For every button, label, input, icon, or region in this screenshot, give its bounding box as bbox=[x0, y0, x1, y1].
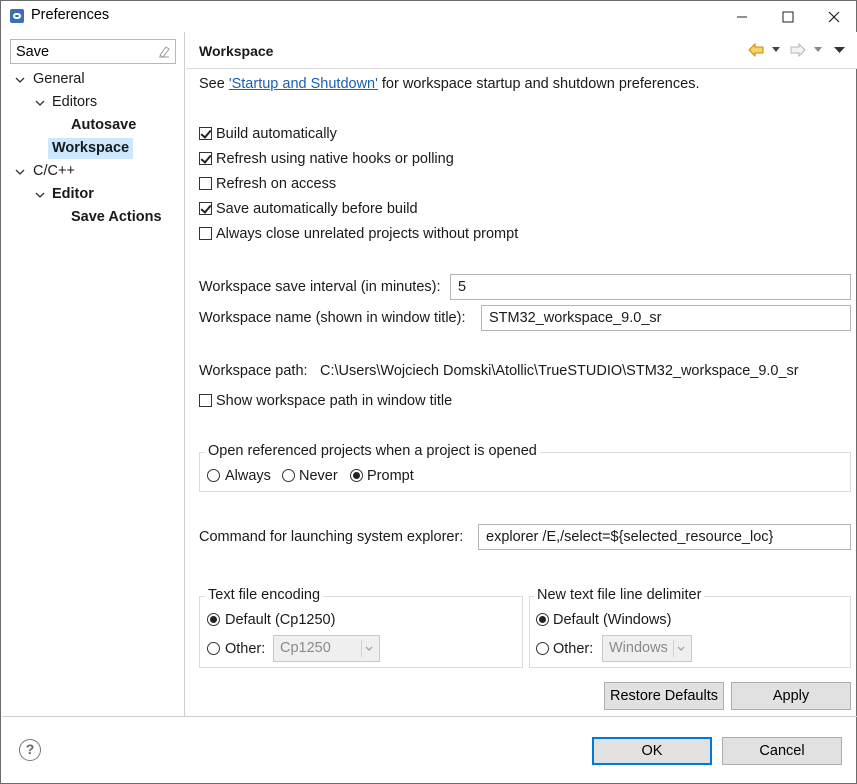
tree-item-general[interactable]: General bbox=[2, 69, 184, 90]
maximize-button[interactable] bbox=[765, 1, 811, 32]
workspace-path-value: C:\Users\Wojciech Domski\Atollic\TrueSTU… bbox=[320, 363, 799, 379]
tree-item-save-actions[interactable]: Save Actions bbox=[2, 207, 184, 228]
chevron-down-icon[interactable] bbox=[14, 161, 26, 182]
intro-suffix: for workspace startup and shutdown prefe… bbox=[377, 76, 700, 92]
encoding-other-label[interactable]: Other: bbox=[225, 641, 265, 657]
tree-label-editors: Editors bbox=[52, 94, 98, 110]
open-ref-prompt-radio[interactable] bbox=[350, 469, 363, 482]
open-ref-always-label[interactable]: Always bbox=[225, 468, 271, 484]
save-before-build-checkbox[interactable] bbox=[199, 202, 212, 215]
startup-shutdown-link[interactable]: 'Startup and Shutdown' bbox=[229, 76, 378, 92]
intro-prefix: See bbox=[199, 76, 229, 92]
open-ref-never-radio[interactable] bbox=[282, 469, 295, 482]
back-menu-button[interactable] bbox=[772, 41, 780, 59]
close-unrelated-projects-checkbox[interactable] bbox=[199, 227, 212, 240]
bottom-separator bbox=[2, 716, 857, 717]
refresh-on-access-checkbox[interactable] bbox=[199, 177, 212, 190]
encoding-select-value: Cp1250 bbox=[280, 640, 331, 656]
tree-item-autosave[interactable]: Autosave bbox=[2, 115, 184, 136]
minimize-icon bbox=[737, 16, 747, 17]
chevron-down-icon[interactable] bbox=[14, 69, 26, 90]
page-header: Workspace bbox=[186, 32, 857, 69]
tree-label-cpp: C/C++ bbox=[33, 163, 75, 179]
explorer-command-field[interactable]: explorer /E,/select=${selected_resource_… bbox=[478, 524, 851, 550]
delimiter-select-value: Windows bbox=[609, 640, 668, 656]
close-button[interactable] bbox=[811, 1, 857, 32]
save-interval-field[interactable]: 5 bbox=[450, 274, 851, 300]
tree-label-general: General bbox=[33, 71, 85, 87]
show-path-checkbox[interactable] bbox=[199, 394, 212, 407]
intro-text: See 'Startup and Shutdown' for workspace… bbox=[199, 76, 699, 92]
line-delimiter-title: New text file line delimiter bbox=[534, 587, 705, 603]
encoding-other-radio[interactable] bbox=[207, 642, 220, 655]
open-ref-never-label[interactable]: Never bbox=[299, 468, 338, 484]
apply-button[interactable]: Apply bbox=[731, 682, 851, 710]
back-arrow-icon bbox=[748, 43, 764, 57]
delimiter-other-radio[interactable] bbox=[536, 642, 549, 655]
filter-input[interactable] bbox=[11, 40, 151, 63]
workspace-name-label: Workspace name (shown in window title): bbox=[199, 310, 466, 326]
show-path-label[interactable]: Show workspace path in window title bbox=[216, 393, 452, 409]
filter-box bbox=[10, 39, 176, 64]
tree-item-cpp[interactable]: C/C++ bbox=[2, 161, 184, 182]
minimize-button[interactable] bbox=[719, 1, 765, 32]
maximize-icon bbox=[782, 11, 794, 22]
tree-item-editor[interactable]: Editor bbox=[2, 184, 184, 205]
open-referenced-title: Open referenced projects when a project … bbox=[205, 443, 540, 459]
chevron-down-icon bbox=[361, 640, 375, 657]
build-automatically-label[interactable]: Build automatically bbox=[216, 126, 337, 142]
delimiter-other-label[interactable]: Other: bbox=[553, 641, 593, 657]
dropdown-arrow-icon bbox=[772, 47, 780, 52]
ok-button[interactable]: OK bbox=[592, 737, 712, 765]
forward-button[interactable] bbox=[790, 41, 806, 59]
chevron-down-icon[interactable] bbox=[34, 92, 46, 113]
build-automatically-checkbox[interactable] bbox=[199, 127, 212, 140]
window-title: Preferences bbox=[31, 7, 110, 23]
tree-item-workspace[interactable]: Workspace bbox=[2, 138, 184, 159]
delimiter-select[interactable]: Windows bbox=[602, 635, 692, 662]
delimiter-default-label[interactable]: Default (Windows) bbox=[553, 612, 671, 628]
app-icon bbox=[10, 9, 24, 23]
preferences-tree-pane: General Editors Autosave Workspace C/C++… bbox=[2, 32, 185, 716]
encoding-select[interactable]: Cp1250 bbox=[273, 635, 380, 662]
delimiter-default-radio[interactable] bbox=[536, 613, 549, 626]
encoding-default-radio[interactable] bbox=[207, 613, 220, 626]
close-unrelated-projects-label[interactable]: Always close unrelated projects without … bbox=[216, 226, 518, 242]
save-before-build-label[interactable]: Save automatically before build bbox=[216, 201, 418, 217]
tree-label-editor: Editor bbox=[52, 186, 94, 202]
chevron-down-icon bbox=[673, 640, 687, 657]
refresh-native-hooks-checkbox[interactable] bbox=[199, 152, 212, 165]
tree-label-autosave: Autosave bbox=[71, 117, 137, 133]
forward-arrow-icon bbox=[790, 43, 806, 57]
explorer-command-label: Command for launching system explorer: bbox=[199, 529, 464, 545]
refresh-on-access-label[interactable]: Refresh on access bbox=[216, 176, 336, 192]
page-title: Workspace bbox=[199, 43, 274, 59]
save-interval-label: Workspace save interval (in minutes): bbox=[199, 279, 441, 295]
view-menu-icon bbox=[834, 46, 845, 53]
text-encoding-title: Text file encoding bbox=[205, 587, 324, 603]
restore-defaults-button[interactable]: Restore Defaults bbox=[604, 682, 724, 710]
dropdown-arrow-icon bbox=[814, 47, 822, 52]
open-ref-always-radio[interactable] bbox=[207, 469, 220, 482]
eraser-icon[interactable] bbox=[157, 44, 171, 58]
chevron-down-icon[interactable] bbox=[34, 184, 46, 205]
close-icon bbox=[828, 11, 840, 22]
forward-menu-button[interactable] bbox=[814, 41, 822, 59]
workspace-path-label: Workspace path: bbox=[199, 363, 308, 379]
view-menu-button[interactable] bbox=[834, 41, 845, 59]
tree-label-save-actions: Save Actions bbox=[71, 209, 162, 225]
preferences-window: Preferences General bbox=[0, 0, 857, 784]
open-ref-prompt-label[interactable]: Prompt bbox=[367, 468, 414, 484]
workspace-name-field[interactable]: STM32_workspace_9.0_sr bbox=[481, 305, 851, 331]
tree-item-editors[interactable]: Editors bbox=[2, 92, 184, 113]
help-icon[interactable]: ? bbox=[19, 739, 41, 761]
tree-label-workspace: Workspace bbox=[48, 138, 134, 159]
title-bar: Preferences bbox=[1, 1, 856, 32]
encoding-default-label[interactable]: Default (Cp1250) bbox=[225, 612, 335, 628]
back-button[interactable] bbox=[748, 41, 764, 59]
cancel-button[interactable]: Cancel bbox=[722, 737, 842, 765]
refresh-native-hooks-label[interactable]: Refresh using native hooks or polling bbox=[216, 151, 454, 167]
